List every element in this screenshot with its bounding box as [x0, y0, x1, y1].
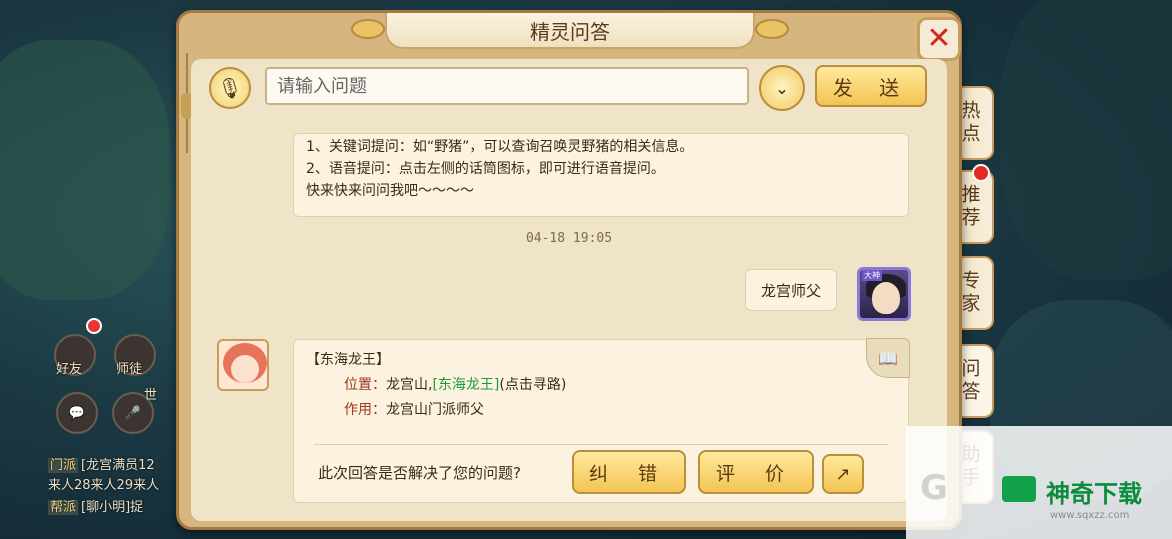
answer-message: 📖 【东海龙王】 位置：龙宫山,[东海龙王](点击寻路) 作用：龙宫山门派师父 …: [293, 338, 910, 503]
answer-location-row: 位置：龙宫山,[东海龙王](点击寻路): [306, 373, 566, 398]
answer-role-row: 作用：龙宫山门派师父: [306, 398, 566, 423]
role-label: 作用：: [344, 402, 386, 418]
mentor-label: 师徒: [116, 362, 143, 377]
title-ornament: [755, 19, 789, 39]
history-dropdown-button[interactable]: ⌄: [759, 65, 805, 111]
location-value: 龙宫山,: [386, 377, 433, 393]
watermark: G 神奇下载 www.sqxzz.com: [906, 426, 1172, 539]
share-icon: ↗: [835, 463, 851, 485]
send-button[interactable]: 发 送: [815, 65, 927, 107]
watermark-ghost-logo: G: [920, 468, 948, 508]
user-avatar: 大神: [857, 267, 911, 321]
qa-dialog: 精灵问答 ✕ 🎙 ⌄ 发 送 1、关键词提问：如“野猪”，可以查询召唤灵野猪的相…: [176, 10, 962, 530]
navigate-hint: (点击寻路): [499, 377, 567, 393]
chevron-down-icon: ⌄: [775, 78, 789, 98]
avatar-tag: 大神: [862, 270, 882, 281]
role-value: 龙宫山门派师父: [386, 402, 484, 418]
book-icon[interactable]: 📖: [866, 338, 910, 378]
input-row: 🎙 ⌄ 发 送: [209, 65, 929, 111]
chat-line: 门派 [龙宫满员12: [48, 458, 155, 473]
rate-button[interactable]: 评 价: [698, 450, 814, 494]
watermark-logo-icon: [1002, 476, 1036, 502]
chat-line: 来人28来人29来人: [48, 478, 160, 493]
microphone-icon: 🎙: [217, 76, 243, 100]
navigate-link[interactable]: [东海龙王]: [432, 377, 499, 393]
chat-line: 帮派 [聊小明]捉: [48, 500, 144, 515]
chat-bubble-icon[interactable]: 💬: [56, 392, 98, 434]
message-timestamp: 04-18 19:05: [525, 231, 613, 246]
world-channel-label: 世: [144, 388, 158, 403]
intro-message: 1、关键词提问：如“野猪”，可以查询召唤灵野猪的相关信息。 2、语音提问：点击左…: [293, 133, 909, 217]
friends-label: 好友: [56, 362, 83, 377]
answer-title: 【东海龙王】: [306, 352, 390, 368]
watermark-title: 神奇下载: [1046, 480, 1142, 508]
divider: [314, 444, 888, 445]
title-ornament: [351, 19, 385, 39]
intro-line: 1、关键词提问：如“野猪”，可以查询召唤灵野猪的相关信息。: [306, 139, 694, 155]
close-icon: ✕: [926, 21, 952, 56]
dialog-title: 精灵问答: [385, 13, 755, 49]
share-button[interactable]: ↗: [822, 454, 864, 494]
notification-badge: [86, 318, 102, 334]
close-button[interactable]: ✕: [917, 17, 961, 61]
feedback-question: 此次回答是否解决了您的问题?: [318, 464, 521, 482]
bot-avatar: [217, 339, 269, 391]
intro-line: 2、语音提问：点击左侧的话筒图标，即可进行语音提问。: [306, 161, 665, 177]
tab-notification-badge: [972, 164, 990, 182]
report-error-button[interactable]: 纠 错: [572, 450, 686, 494]
watermark-url: www.sqxzz.com: [1050, 510, 1130, 521]
location-label: 位置：: [344, 377, 386, 393]
question-input[interactable]: [265, 67, 749, 105]
microphone-button[interactable]: 🎙: [209, 67, 251, 109]
background-foliage: [1000, 0, 1172, 280]
background-foliage: [0, 40, 170, 300]
intro-line: 快来快来问问我吧～～～～: [306, 183, 474, 199]
user-message: 龙宫师父: [745, 269, 837, 311]
